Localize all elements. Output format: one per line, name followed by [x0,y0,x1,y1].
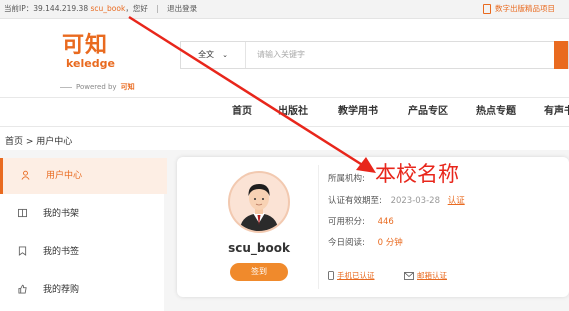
nav-item-audiobooks[interactable]: 有声书 [544,98,569,126]
nav-item-textbooks[interactable]: 教学用书 [338,98,378,126]
profile-username: scu_book [228,241,290,255]
reading-value: 0 分钟 [377,238,403,248]
sidebar: 用户中心 我的书架 我的书签 我的荐购 [0,158,167,311]
points-row: 可用积分: 446 [328,215,394,227]
session-info: 当前IP：39.144.219.38 scu_book，您好 | 退出登录 [4,0,197,18]
expiry-row: 认证有效期至: 2023-03-28 认证 [328,194,465,206]
username-link[interactable]: scu_book [91,4,126,13]
sidebar-item-label: 用户中心 [46,171,83,181]
sidebar-item-recommendations[interactable]: 我的荐购 [0,272,164,308]
nav-item-products[interactable]: 产品专区 [408,98,448,126]
user-icon [21,170,30,180]
avatar [228,171,290,233]
email-icon [404,271,414,280]
nav-item-publishers[interactable]: 出版社 [278,98,308,126]
divider [318,165,319,289]
book-icon [18,208,27,218]
sidebar-item-bookshelf[interactable]: 我的书架 [0,196,164,232]
sidebar-item-bookmarks[interactable]: 我的书签 [0,234,164,270]
powered-by: Powered by 可知 [60,82,135,92]
breadcrumb: 首页 > 用户中心 [5,137,73,147]
logo-title[interactable]: 可知 [62,27,108,59]
sidebar-item-label: 我的荐购 [43,285,80,295]
logout-link[interactable]: 退出登录 [167,4,197,13]
document-icon [483,4,491,14]
signin-button[interactable]: 签到 [230,263,288,281]
sidebar-item-user-center[interactable]: 用户中心 [0,158,167,194]
email-verify-link[interactable]: 邮箱认证 [404,270,447,281]
search-button[interactable] [554,41,568,69]
logo-subtitle: keledge [66,57,115,70]
recommend-icon [18,284,27,294]
powered-brand: 可知 [120,83,135,91]
digital-project-label: 数字出版精品项目 [495,4,555,13]
reading-label: 今日阅读: [328,238,365,248]
digital-project-link[interactable]: 数字出版精品项目 [483,0,555,18]
sidebar-item-label: 我的书签 [43,247,80,257]
person-avatar-icon [240,184,278,231]
main-nav: 首页 出版社 教学用书 产品专区 热点专题 有声书 [0,97,569,127]
search-scope-select[interactable]: 全文 ⌄ [181,42,246,68]
top-bar: 当前IP：39.144.219.38 scu_book，您好 | 退出登录 数字… [0,0,569,19]
institution-label: 所属机构: [328,174,365,184]
institution-value: 本校名称 [375,162,459,186]
phone-verified-link[interactable]: 手机已认证 [328,270,375,281]
header: 可知 keledge Powered by 可知 全文 ⌄ 请输入关键字 [0,19,569,97]
expiry-label: 认证有效期至: [328,196,382,206]
powered-prefix: Powered by [76,83,117,91]
sidebar-item-label: 我的书架 [43,209,80,219]
phone-verified-label: 手机已认证 [337,271,375,280]
profile-card: scu_book 签到 所属机构: 本校名称 认证有效期至: 2023-03-2… [177,157,569,297]
points-value: 446 [377,217,394,227]
greeting-text: ，您好 [125,4,148,13]
search-scope-label: 全文 [198,50,215,59]
ip-text: 当前IP：39.144.219.38 [4,4,89,13]
verify-link[interactable]: 认证 [448,196,465,206]
points-label: 可用积分: [328,217,365,227]
divider [60,86,72,88]
search-input[interactable]: 请输入关键字 [257,42,305,68]
email-verify-label: 邮箱认证 [417,271,447,280]
chevron-down-icon: ⌄ [222,51,228,59]
institution-row: 所属机构: [328,172,365,184]
nav-item-topics[interactable]: 热点专题 [476,98,516,126]
separator: | [156,4,159,13]
search-bar: 全文 ⌄ 请输入关键字 [180,41,569,69]
phone-icon [328,271,334,280]
reading-row: 今日阅读: 0 分钟 [328,236,403,248]
bookmark-icon [18,246,27,256]
nav-item-home[interactable]: 首页 [232,98,252,126]
expiry-date: 2023-03-28 [390,196,440,206]
